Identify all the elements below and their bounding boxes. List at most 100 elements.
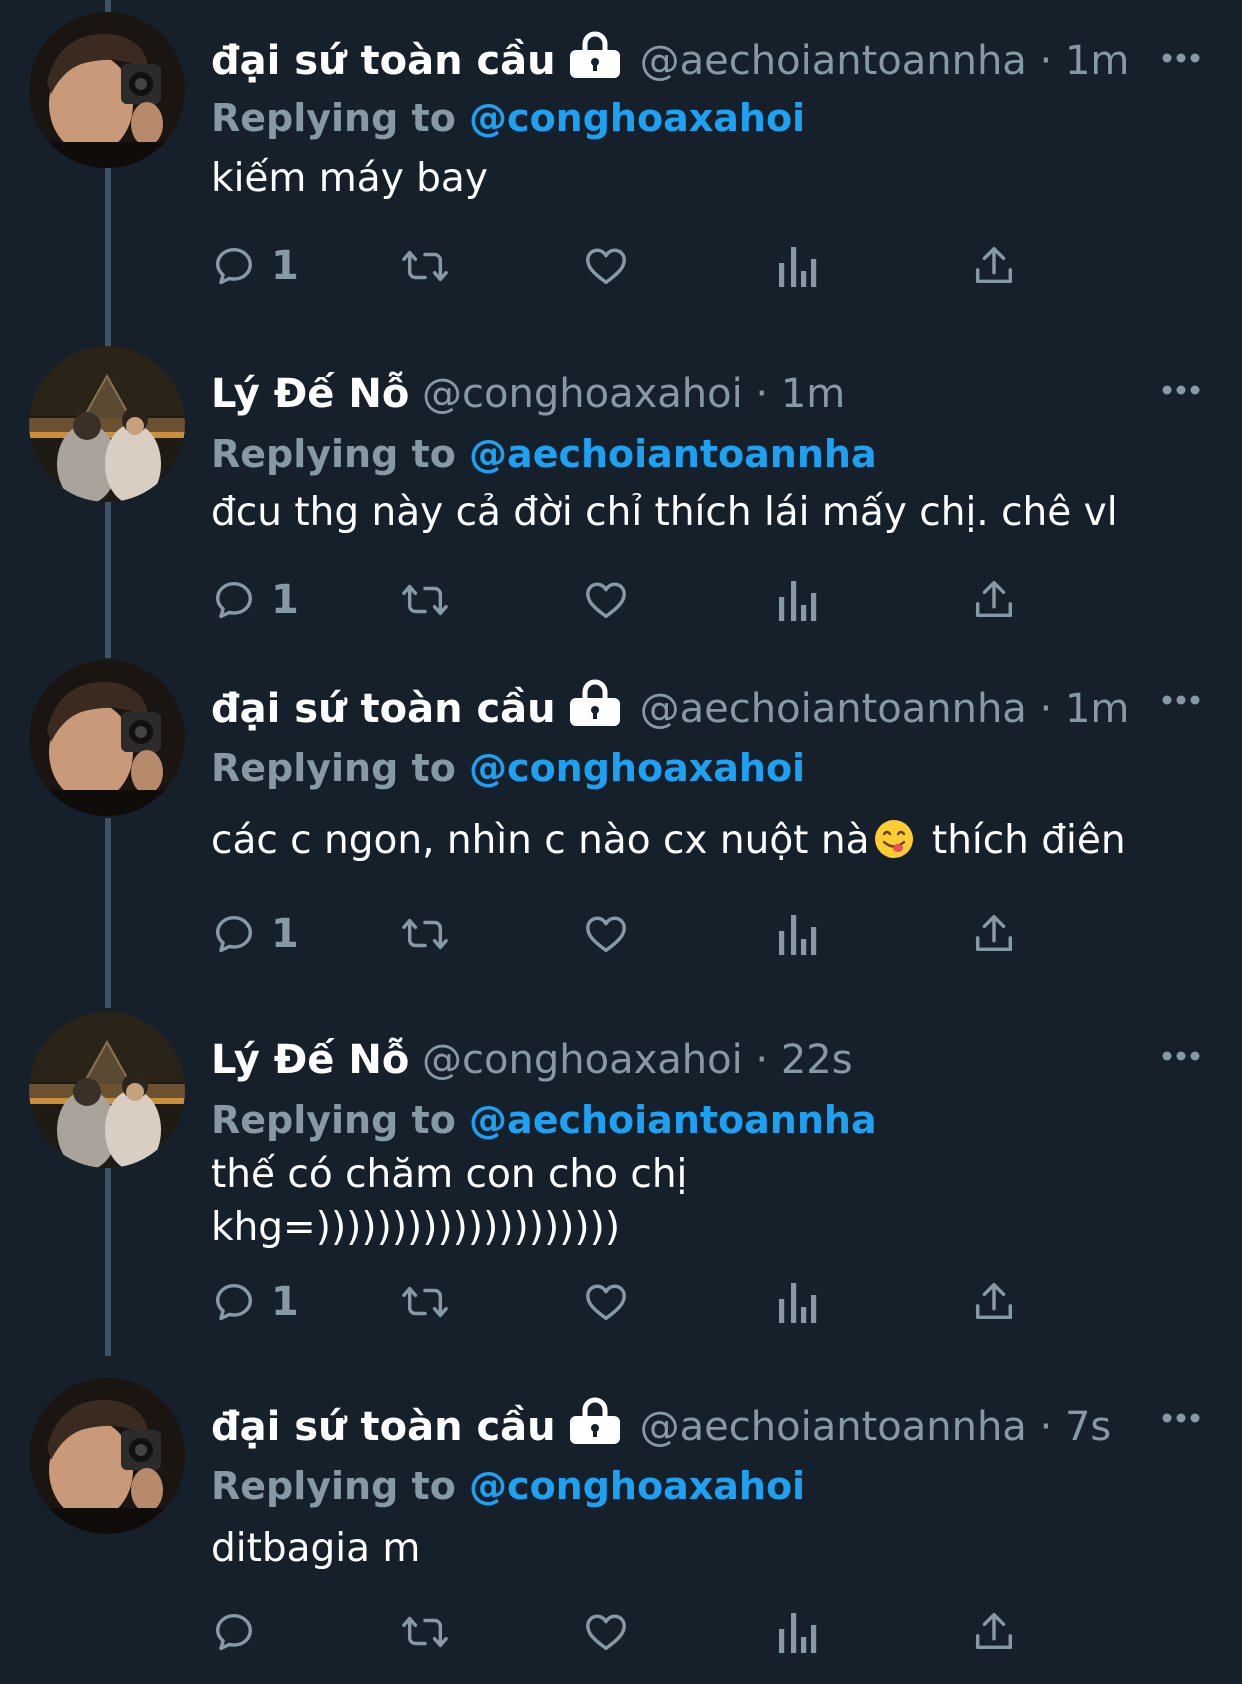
analytics-button[interactable] [777,570,819,630]
like-button[interactable] [583,570,629,630]
avatar-image-aechoiantoannha [29,660,185,816]
timestamp[interactable]: 1m [1065,38,1129,84]
tweet-text: đcu thg này cả đời chỉ thích lái mấy chị… [211,490,1118,535]
user-handle[interactable]: @aechoiantoannha [640,686,1027,732]
like-button[interactable] [583,1602,629,1662]
reply-button[interactable]: 1 [211,570,299,630]
tweet-header: đại sứ toàn cầu @aechoiantoannha · 1m [211,30,1242,90]
display-name[interactable]: đại sứ toàn cầu [211,1404,556,1450]
retweet-icon [402,1616,448,1648]
avatar[interactable] [29,660,185,816]
avatar-image-aechoiantoannha [29,1378,185,1534]
share-button[interactable] [971,1272,1017,1332]
user-handle[interactable]: @conghoaxahoi [422,1037,743,1083]
analytics-button[interactable] [777,1272,819,1332]
reply-count: 1 [271,911,299,957]
more-icon[interactable] [1162,1412,1200,1424]
avatar[interactable] [29,346,185,502]
tweet[interactable]: đại sứ toàn cầu @aechoiantoannha · 7s Rep… [0,1378,1242,1678]
tweet-header: Lý Đế Nỗ @conghoaxahoi · 22s [211,1030,1242,1090]
reply-button[interactable] [211,1602,271,1662]
retweet-button[interactable] [399,904,451,964]
retweet-button[interactable] [399,570,451,630]
tweet-text: kiếm máy bay [211,156,488,201]
tweet-actions: 1 [211,904,1111,964]
tweet[interactable]: đại sứ toàn cầu @aechoiantoannha · 1m Rep… [0,12,1242,322]
more-icon[interactable] [1162,384,1200,396]
separator-dot: · [1039,686,1053,732]
avatar-image-conghoaxahoi [29,346,185,502]
lock-icon [569,31,620,78]
timestamp[interactable]: 1m [781,371,845,417]
avatar-image-aechoiantoannha [29,12,185,168]
analytics-icon [779,1283,817,1323]
more-icon[interactable] [1162,694,1200,706]
analytics-button[interactable] [777,904,819,964]
display-name[interactable]: Lý Đế Nỗ [211,371,409,417]
replying-to-handle[interactable]: @aechoiantoannha [469,432,877,476]
timestamp[interactable]: 22s [781,1037,853,1083]
retweet-icon [402,918,448,950]
replying-to: Replying to @conghoaxahoi [211,1458,805,1514]
separator-dot: · [755,371,769,417]
share-button[interactable] [971,1602,1017,1662]
reply-count: 1 [271,243,299,289]
tweet-text: ditbagia m [211,1526,421,1571]
reply-button[interactable]: 1 [211,1272,299,1332]
tweet[interactable]: đại sứ toàn cầu @aechoiantoannha · 1m Rep… [0,660,1242,980]
lock-icon [569,1397,620,1444]
retweet-button[interactable] [399,236,451,296]
share-button[interactable] [971,904,1017,964]
replying-to-handle[interactable]: @conghoaxahoi [469,1464,805,1508]
tweet-thread: đại sứ toàn cầu @aechoiantoannha · 1m Rep… [0,0,1242,1684]
avatar[interactable] [29,12,185,168]
retweet-icon [402,250,448,282]
retweet-icon [402,584,448,616]
reply-button[interactable]: 1 [211,236,299,296]
share-button[interactable] [971,570,1017,630]
tweet-text: các c ngon, nhìn c nào cx nuột nà thích … [211,814,1211,867]
replying-to-label: Replying to [211,1464,456,1508]
user-handle[interactable]: @aechoiantoannha [640,38,1027,84]
retweet-button[interactable] [399,1272,451,1332]
more-icon[interactable] [1162,1050,1200,1062]
separator-dot: · [1039,1404,1053,1450]
retweet-button[interactable] [399,1602,451,1662]
replying-to-handle[interactable]: @aechoiantoannha [469,1098,877,1142]
tweet-text: thế có chăm con cho chị khg=))))))))))))… [211,1152,688,1250]
tweet[interactable]: Lý Đế Nỗ @conghoaxahoi · 22s Replying to… [0,1012,1242,1352]
replying-to-label: Replying to [211,432,456,476]
like-button[interactable] [583,1272,629,1332]
share-button[interactable] [971,236,1017,296]
reply-icon [215,915,253,953]
heart-icon [586,1284,626,1321]
more-icon[interactable] [1162,52,1200,64]
user-handle[interactable]: @conghoaxahoi [422,371,743,417]
avatar[interactable] [29,1012,185,1168]
share-icon [975,1613,1013,1650]
like-button[interactable] [583,904,629,964]
analytics-button[interactable] [777,1602,819,1662]
user-handle[interactable]: @aechoiantoannha [640,1404,1027,1450]
analytics-button[interactable] [777,236,819,296]
tweet-actions: 1 [211,1272,1111,1332]
reply-button[interactable]: 1 [211,904,299,964]
tweet-header: Lý Đế Nỗ @conghoaxahoi · 1m [211,364,1242,424]
replying-to-handle[interactable]: @conghoaxahoi [469,746,805,790]
replying-to: Replying to @aechoiantoannha [211,1092,877,1148]
lock-icon [569,679,620,726]
display-name[interactable]: Lý Đế Nỗ [211,1037,409,1083]
timestamp[interactable]: 7s [1065,1404,1111,1450]
like-button[interactable] [583,236,629,296]
tweet[interactable]: Lý Đế Nỗ @conghoaxahoi · 1m Replying to … [0,346,1242,646]
replying-to-handle[interactable]: @conghoaxahoi [469,96,805,140]
share-icon [975,1283,1013,1320]
timestamp[interactable]: 1m [1065,686,1129,732]
display-name[interactable]: đại sứ toàn cầu [211,686,556,732]
reply-icon [215,1613,253,1651]
avatar[interactable] [29,1378,185,1534]
display-name[interactable]: đại sứ toàn cầu [211,38,556,84]
analytics-icon [779,247,817,287]
reply-count: 1 [271,1279,299,1325]
replying-to-label: Replying to [211,96,456,140]
